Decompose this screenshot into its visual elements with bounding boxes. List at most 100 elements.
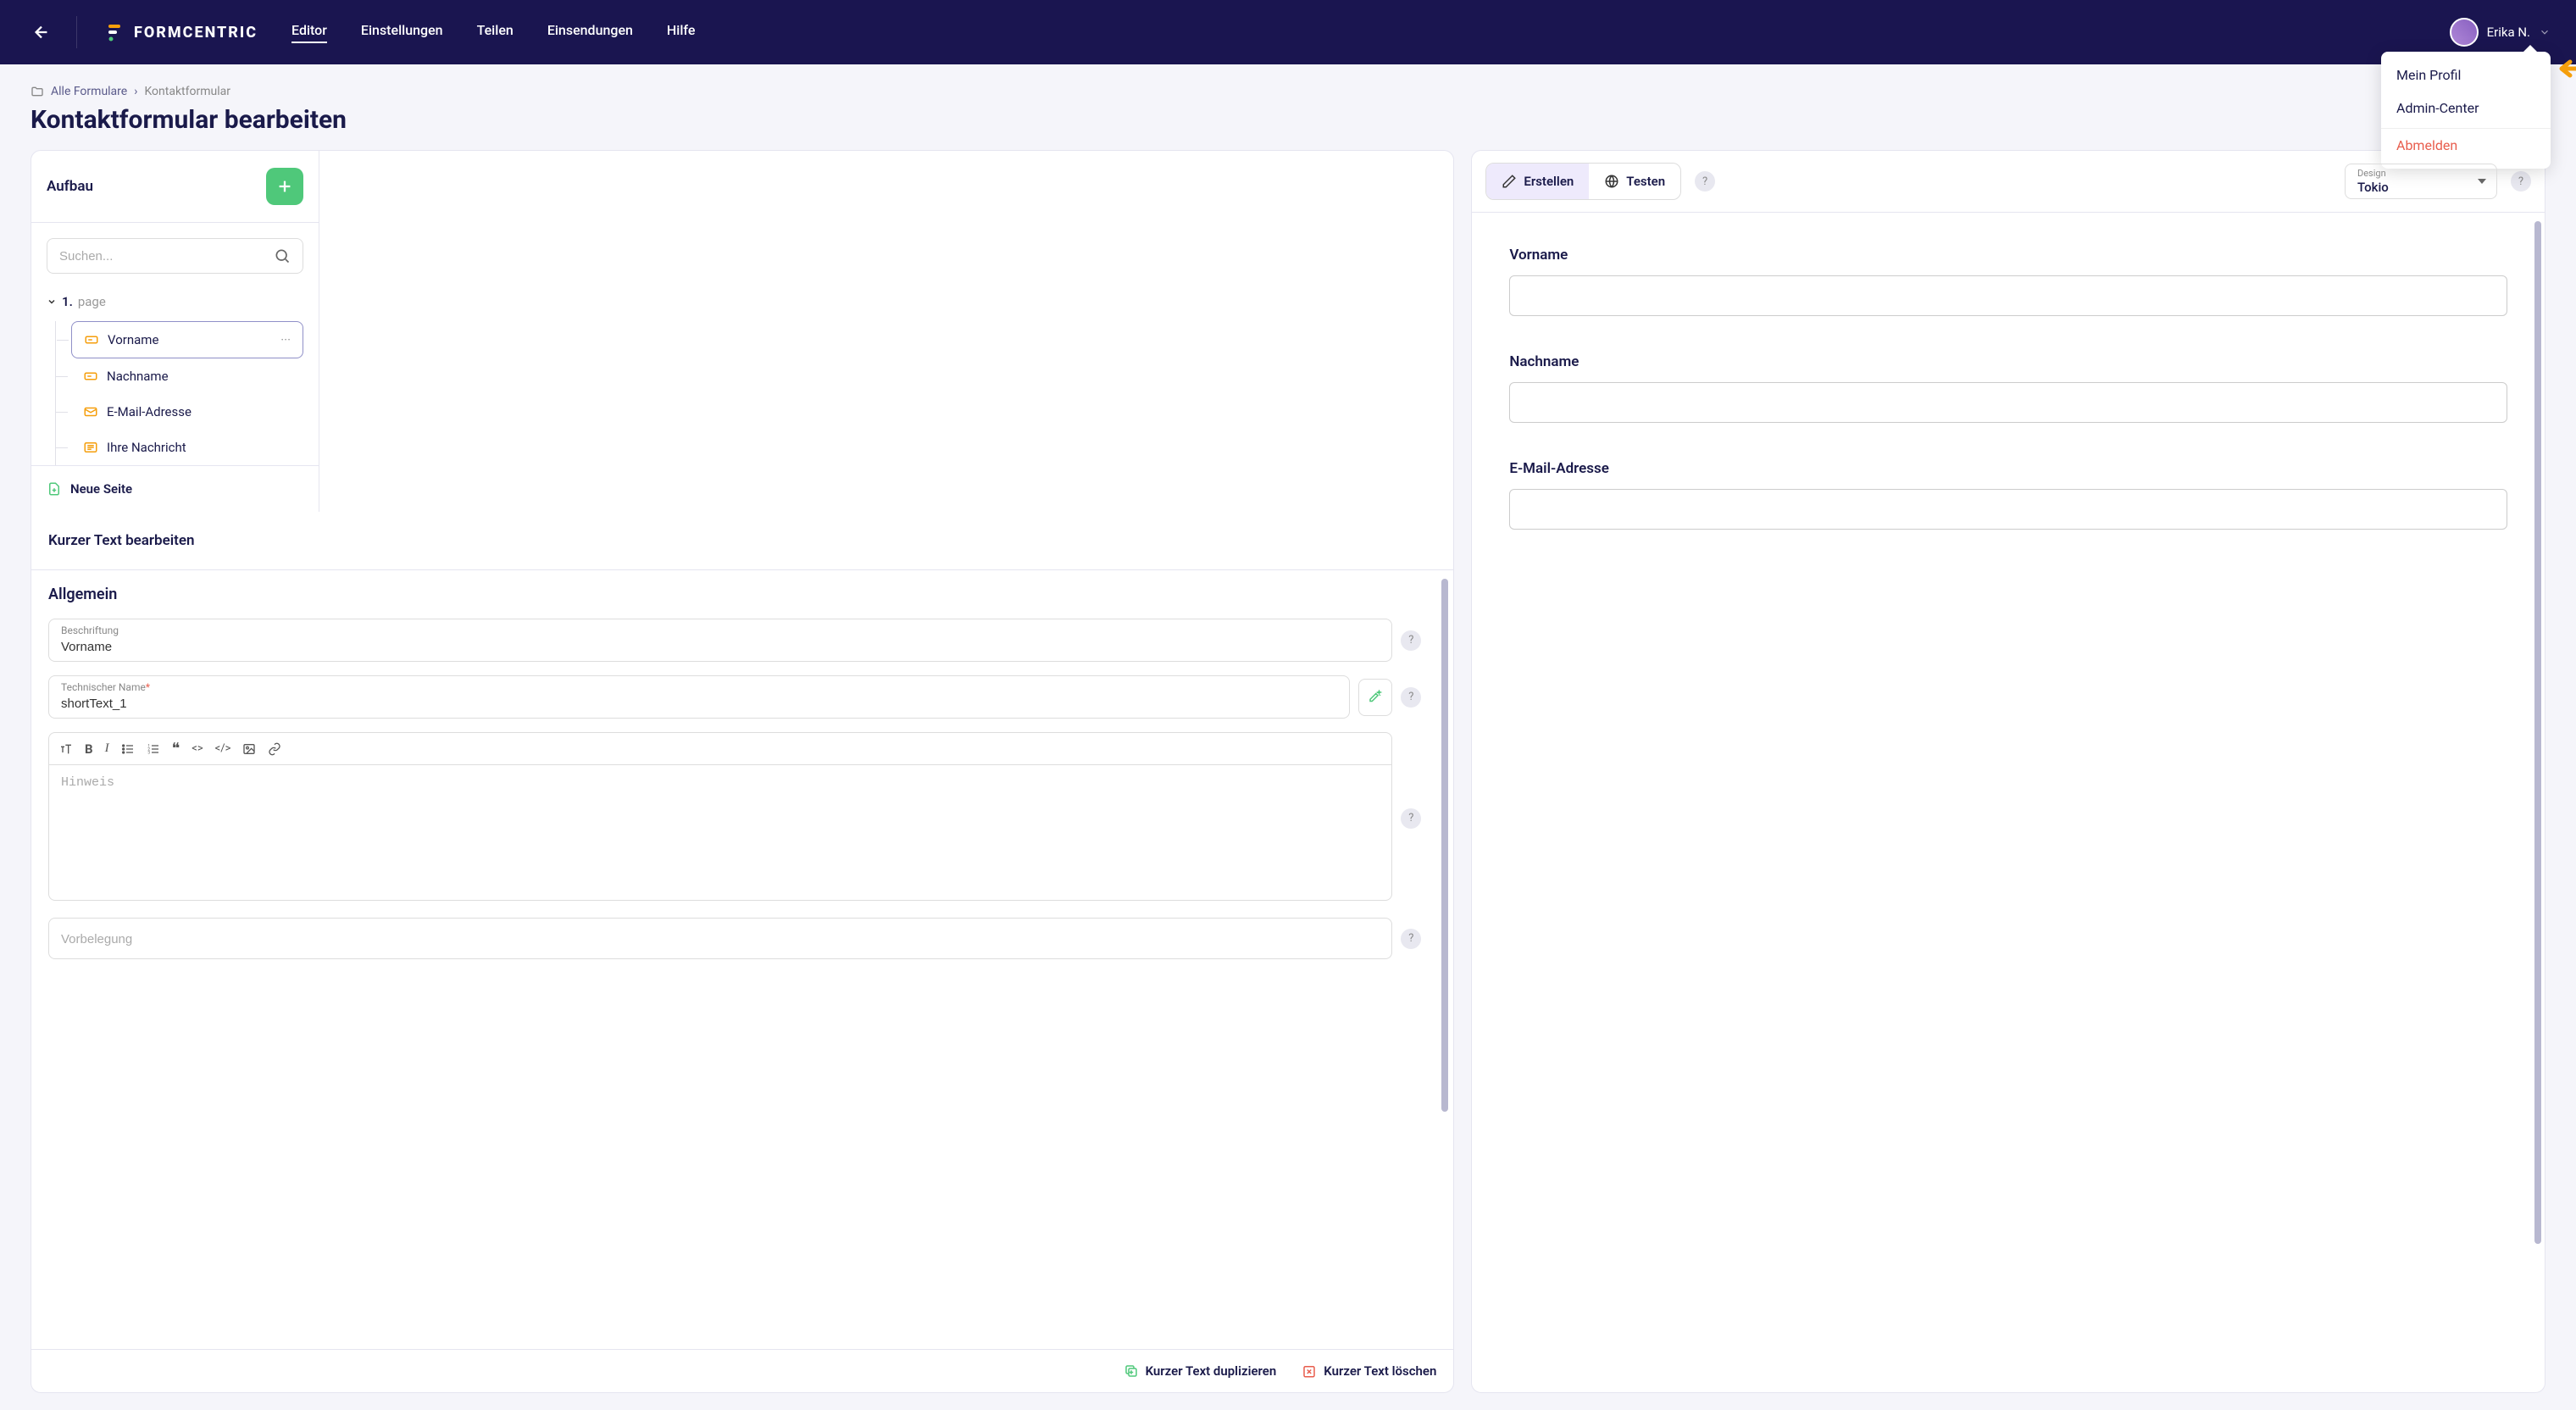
list-ul-icon[interactable] [121, 742, 135, 756]
scrollbar[interactable] [2534, 221, 2541, 1384]
nav-share[interactable]: Teilen [477, 22, 514, 43]
nav-settings[interactable]: Einstellungen [361, 22, 443, 43]
list-ol-icon[interactable]: 123 [147, 742, 160, 756]
label-input[interactable] [61, 640, 1380, 654]
plus-icon [275, 177, 294, 196]
preview-field-nachname: Nachname [1509, 353, 2507, 423]
preview-label: Vorname [1509, 247, 2507, 264]
globe-icon [1604, 174, 1619, 189]
tree-item-label: E-Mail-Adresse [107, 404, 192, 419]
breadcrumb-root[interactable]: Alle Formulare [51, 85, 127, 98]
preview-field-email: E-Mail-Adresse [1509, 460, 2507, 530]
italic-icon[interactable]: I [105, 741, 109, 756]
link-icon[interactable] [268, 742, 281, 756]
tree-item-message[interactable]: Ihre Nachricht [71, 430, 303, 465]
help-icon[interactable]: ? [2511, 171, 2531, 192]
design-select-label: Design [2357, 168, 2466, 179]
preview-panel: Erstellen Testen ? Design Tokio ? Vor [1471, 150, 2545, 1393]
help-icon[interactable]: ? [1401, 808, 1421, 829]
nav-submissions[interactable]: Einsendungen [547, 22, 633, 43]
preview-field-vorname: Vorname [1509, 247, 2507, 316]
tree-item-label: Nachname [107, 369, 169, 384]
add-element-button[interactable] [266, 168, 303, 205]
menu-logout[interactable]: Abmelden [2381, 128, 2551, 162]
prefill-input[interactable] [61, 932, 1380, 946]
breadcrumb-sep: › [134, 85, 137, 98]
preview-mode-tabs: Erstellen Testen [1485, 163, 1681, 200]
text-size-icon[interactable] [59, 742, 73, 756]
highlight-arrow [2555, 58, 2576, 79]
nav-help[interactable]: Hilfe [667, 22, 696, 43]
rich-text-toolbar: B I 123 ❝ <> </> [48, 732, 1392, 765]
structure-title: Aufbau [47, 178, 93, 195]
tab-create[interactable]: Erstellen [1486, 164, 1589, 199]
main-layout: Aufbau 1. page [0, 150, 2576, 1410]
preview-input[interactable] [1509, 275, 2507, 316]
prefill-field[interactable] [48, 918, 1392, 959]
tree-item-email[interactable]: E-Mail-Adresse [71, 394, 303, 430]
menu-profile[interactable]: Mein Profil [2381, 58, 2551, 92]
nav-editor[interactable]: Editor [291, 22, 327, 43]
new-page-label: Neue Seite [70, 481, 132, 497]
tree-item-label: Vorname [108, 332, 158, 347]
delete-icon [1302, 1363, 1317, 1379]
email-field-icon [83, 404, 98, 419]
section-general: Allgemein [48, 586, 1421, 603]
input-field-icon [84, 332, 99, 347]
tree-item-nachname[interactable]: Nachname [71, 358, 303, 394]
help-icon[interactable]: ? [1401, 687, 1421, 708]
chevron-down-icon [2539, 26, 2551, 38]
tree-page-node[interactable]: 1. page [47, 289, 303, 321]
arrow-left-icon [32, 23, 51, 42]
avatar [2450, 18, 2479, 47]
menu-admin-center[interactable]: Admin-Center [2381, 92, 2551, 125]
help-icon[interactable]: ? [1695, 171, 1715, 192]
editor-panel: Aufbau 1. page [31, 150, 1454, 1393]
bold-icon[interactable]: B [85, 741, 93, 757]
svg-text:3: 3 [147, 750, 150, 755]
tab-test[interactable]: Testen [1589, 164, 1680, 199]
structure-column: Aufbau 1. page [31, 151, 319, 512]
preview-label: E-Mail-Adresse [1509, 460, 2507, 477]
logo-icon [107, 23, 125, 42]
scrollbar[interactable] [1441, 579, 1448, 1341]
duplicate-button[interactable]: Kurzer Text duplizieren [1124, 1363, 1277, 1379]
code-block-icon[interactable]: </> [215, 742, 231, 755]
help-icon[interactable]: ? [1401, 929, 1421, 949]
label-field-label: Beschriftung [61, 625, 1380, 636]
preview-input[interactable] [1509, 382, 2507, 423]
image-icon[interactable] [242, 742, 256, 756]
properties-title: Kurzer Text bearbeiten [31, 512, 1453, 570]
back-button[interactable] [25, 16, 77, 48]
page-plus-icon [47, 481, 62, 497]
pencil-icon [1502, 174, 1517, 189]
help-icon[interactable]: ? [1401, 630, 1421, 651]
preview-input[interactable] [1509, 489, 2507, 530]
technical-name-field[interactable]: Technischer Name* [48, 675, 1350, 719]
label-field[interactable]: Beschriftung [48, 619, 1392, 662]
technical-name-input[interactable] [61, 697, 1337, 711]
techname-label: Technischer Name* [61, 681, 1337, 693]
quote-icon[interactable]: ❝ [172, 740, 180, 758]
magic-wand-icon [1368, 690, 1383, 705]
tree-item-vorname[interactable]: Vorname ··· [71, 321, 303, 358]
delete-button[interactable]: Kurzer Text löschen [1302, 1363, 1436, 1379]
hint-textarea[interactable] [48, 765, 1392, 901]
search-input[interactable] [59, 249, 274, 264]
form-tree: 1. page Vorname ··· Nachname [31, 289, 319, 465]
user-menu-trigger[interactable]: Erika N. Mein Profil Admin-Center Abmeld… [2450, 18, 2551, 47]
magic-wand-button[interactable] [1358, 679, 1392, 716]
page-label: page [78, 294, 106, 309]
chevron-down-icon [47, 297, 57, 307]
new-page-button[interactable]: Neue Seite [47, 481, 303, 497]
search-box[interactable] [47, 238, 303, 274]
preview-label: Nachname [1509, 353, 2507, 370]
code-icon[interactable]: <> [192, 742, 203, 755]
main-nav: Editor Einstellungen Teilen Einsendungen… [291, 22, 695, 43]
design-select[interactable]: Design Tokio [2345, 164, 2497, 199]
brand-logo[interactable]: FORMCENTRIC [107, 23, 258, 42]
more-icon[interactable]: ··· [280, 332, 291, 347]
page-header: Alle Formulare › Kontaktformular Kontakt… [0, 64, 2576, 150]
properties-column: Kurzer Text bearbeiten Allgemein Beschri… [31, 512, 1453, 1392]
page-title: Kontaktformular bearbeiten [31, 105, 347, 135]
